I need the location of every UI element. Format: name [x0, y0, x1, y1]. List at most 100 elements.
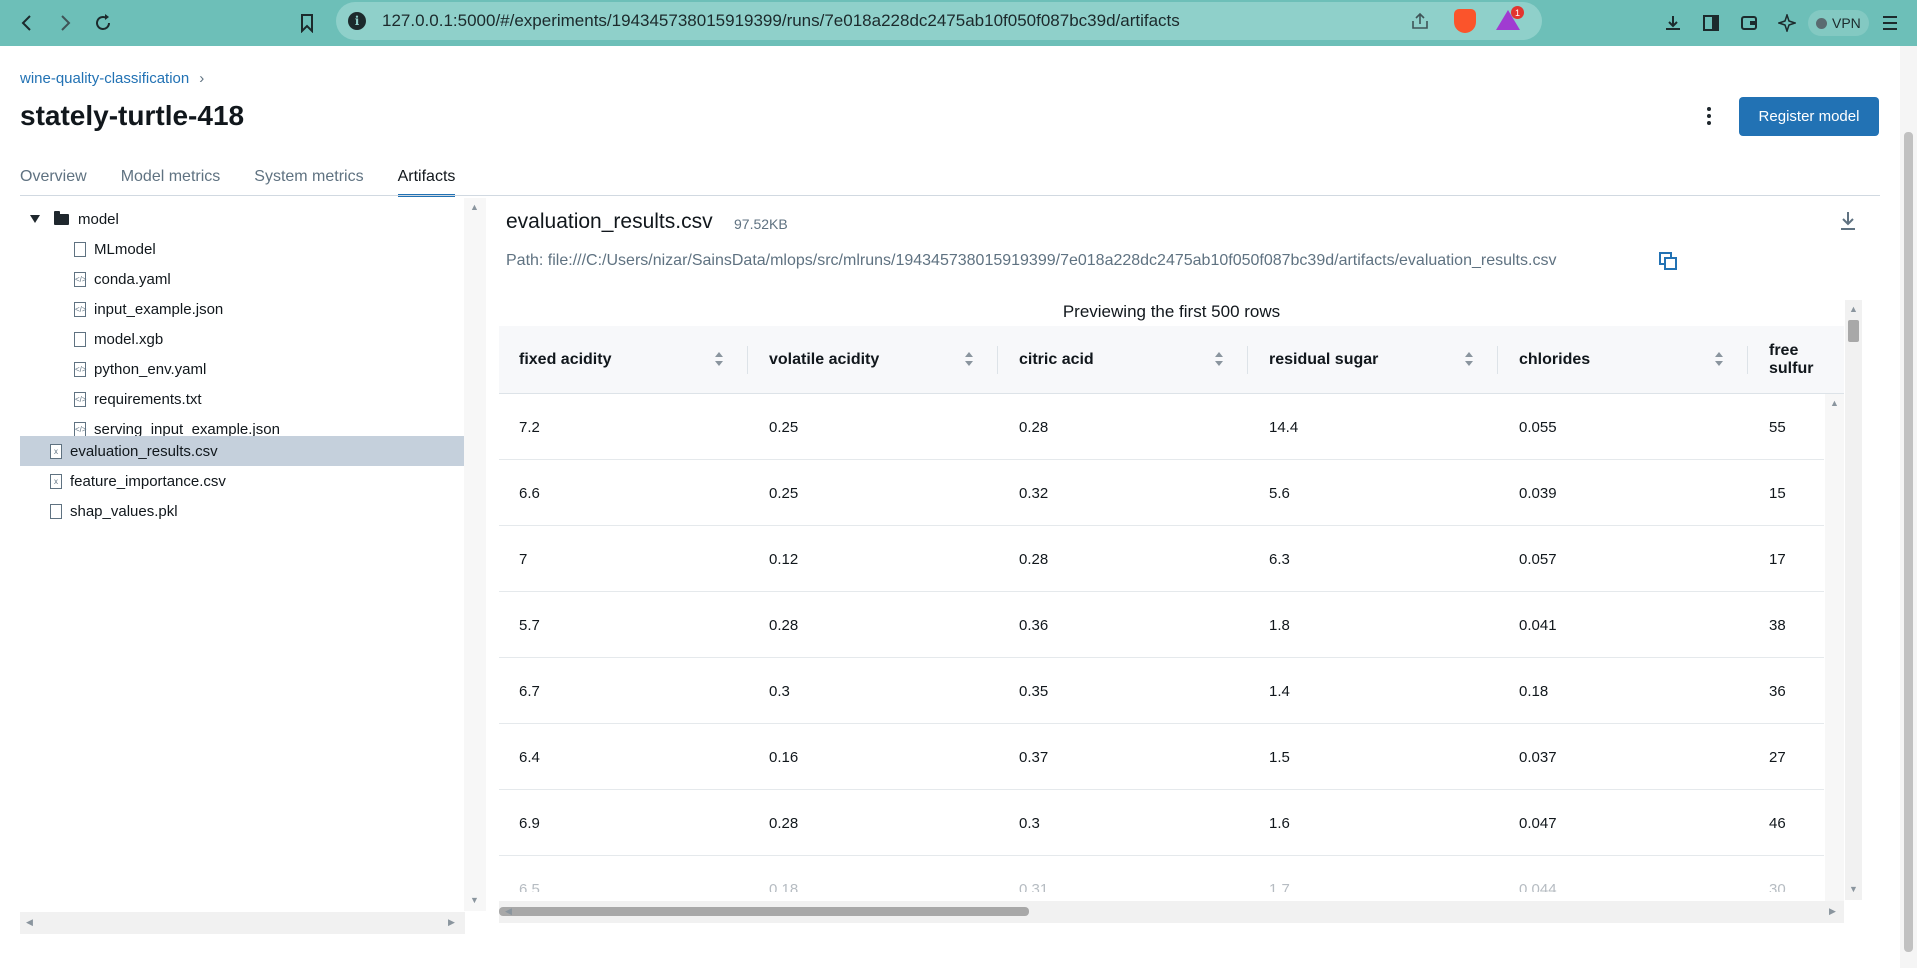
share-icon[interactable]	[1410, 11, 1430, 31]
artifact-size: 97.52KB	[734, 216, 788, 232]
sort-icon[interactable]	[963, 349, 975, 369]
sort-icon[interactable]	[1463, 349, 1475, 369]
expand-caret-icon[interactable]	[30, 215, 40, 223]
tree-vertical-scrollbar[interactable]: ▲ ▼	[464, 198, 486, 911]
column-header[interactable]: fixed acidity	[499, 326, 611, 394]
table-cell: 6.9	[519, 814, 540, 832]
preview-vertical-scrollbar[interactable]: ▲ ▼	[1845, 300, 1862, 900]
tab-model-metrics[interactable]: Model metrics	[121, 164, 221, 197]
scroll-left-icon[interactable]: ◀	[26, 917, 33, 928]
table-cell: 1.7	[1269, 880, 1290, 893]
wallet-button[interactable]	[1732, 6, 1766, 40]
column-header[interactable]: residual sugar	[1249, 326, 1378, 394]
back-button[interactable]	[8, 4, 46, 42]
more-options-icon[interactable]	[1700, 102, 1718, 130]
tree-item-label: shap_values.pkl	[70, 502, 178, 520]
menu-button[interactable]	[1873, 6, 1907, 40]
tab-overview[interactable]: Overview	[20, 164, 87, 197]
scroll-left-icon[interactable]: ◀	[505, 906, 512, 917]
leo-ai-button[interactable]	[1770, 6, 1804, 40]
table-row: 7.2 0.25 0.28 14.4 0.055 55	[499, 394, 1824, 460]
folder-icon	[54, 210, 69, 225]
wallet-icon	[1741, 16, 1757, 30]
table-cell: 17	[1769, 550, 1786, 568]
tree-file[interactable]: </> requirements.txt	[74, 384, 202, 414]
column-divider	[1247, 346, 1248, 374]
scroll-right-icon[interactable]: ▶	[1829, 906, 1836, 917]
table-header: fixed acidity volatile acidity citric ac…	[499, 326, 1844, 394]
download-artifact-icon[interactable]	[1838, 210, 1858, 232]
tree-file[interactable]: MLmodel	[74, 234, 156, 264]
scroll-up-icon[interactable]: ▲	[1830, 398, 1839, 408]
tree-file[interactable]: x feature_importance.csv	[50, 466, 226, 496]
scroll-thumb[interactable]	[1904, 132, 1913, 952]
code-file-icon: </>	[74, 361, 87, 377]
scroll-right-icon[interactable]: ▶	[448, 917, 455, 928]
site-info-icon[interactable]: i	[348, 12, 366, 30]
table-cell: 38	[1769, 616, 1786, 634]
tree-file[interactable]: </> python_env.yaml	[74, 354, 206, 384]
tree-file[interactable]: </> input_example.json	[74, 294, 223, 324]
preview-horizontal-scrollbar[interactable]: ◀ ▶	[499, 901, 1844, 923]
scroll-up-icon[interactable]: ▲	[470, 202, 479, 212]
artifact-name: evaluation_results.csv	[506, 210, 713, 233]
scroll-down-icon[interactable]: ▼	[470, 895, 479, 905]
page-vertical-scrollbar[interactable]	[1900, 46, 1917, 968]
column-header[interactable]: free sulfur	[1749, 326, 1844, 394]
spreadsheet-file-icon: x	[50, 473, 62, 489]
scroll-down-icon[interactable]: ▼	[1849, 884, 1858, 894]
scroll-up-icon[interactable]: ▲	[1849, 304, 1858, 314]
scroll-thumb[interactable]	[1848, 320, 1859, 342]
vpn-button[interactable]: VPN	[1808, 10, 1869, 36]
sidebar-button[interactable]	[1694, 6, 1728, 40]
table-body-scrollbar[interactable]: ▲	[1825, 394, 1844, 902]
tree-item-label: MLmodel	[94, 240, 156, 258]
tree-file-selected[interactable]: x evaluation_results.csv	[20, 436, 464, 466]
sort-icon[interactable]	[1713, 349, 1725, 369]
code-file-icon: </>	[74, 391, 87, 407]
table-cell: 46	[1769, 814, 1786, 832]
file-icon	[50, 503, 62, 519]
table-cell: 0.047	[1519, 814, 1557, 832]
tab-system-metrics[interactable]: System metrics	[254, 164, 363, 197]
tree-item-label: conda.yaml	[94, 270, 171, 288]
copy-path-icon[interactable]	[1659, 252, 1677, 270]
tree-folder-model[interactable]: model	[30, 204, 119, 234]
tabs-divider	[20, 195, 1880, 196]
tree-item-label: serving_input_example.json	[94, 420, 280, 438]
table-row: 6.9 0.28 0.3 1.6 0.047 46	[499, 790, 1824, 856]
table-cell: 6.3	[1269, 550, 1290, 568]
tree-file[interactable]: model.xgb	[74, 324, 163, 354]
tree-horizontal-scrollbar[interactable]: ◀ ▶	[20, 912, 465, 934]
table-cell: 0.3	[1019, 814, 1040, 832]
table-row: 5.7 0.28 0.36 1.8 0.041 38	[499, 592, 1824, 658]
table-row: 6.6 0.25 0.32 5.6 0.039 15	[499, 460, 1824, 526]
sort-icon[interactable]	[713, 349, 725, 369]
tree-file[interactable]: shap_values.pkl	[50, 496, 178, 526]
column-header[interactable]: volatile acidity	[749, 326, 879, 394]
code-file-icon: </>	[74, 301, 87, 317]
table-cell: 0.25	[769, 484, 799, 502]
table-cell: 0.044	[1519, 880, 1557, 893]
tree-item-label: requirements.txt	[94, 390, 202, 408]
forward-button[interactable]	[46, 4, 84, 42]
breadcrumb-experiment-link[interactable]: wine-quality-classification	[20, 70, 189, 87]
column-header[interactable]: chlorides	[1499, 326, 1590, 394]
scroll-thumb[interactable]	[499, 907, 1029, 916]
bookmark-icon	[301, 14, 313, 33]
sort-icon[interactable]	[1213, 349, 1225, 369]
address-bar[interactable]: i 127.0.0.1:5000/#/experiments/194345738…	[336, 2, 1542, 40]
table-cell: 0.055	[1519, 418, 1557, 436]
table-cell: 1.5	[1269, 748, 1290, 766]
register-model-button[interactable]: Register model	[1739, 97, 1879, 136]
code-file-icon: </>	[74, 421, 87, 437]
tab-artifacts[interactable]: Artifacts	[397, 164, 456, 197]
reload-button[interactable]	[84, 4, 122, 42]
bookmark-button[interactable]	[288, 4, 326, 42]
brave-shields-icon[interactable]	[1454, 9, 1476, 33]
downloads-button[interactable]	[1656, 6, 1690, 40]
url-text[interactable]: 127.0.0.1:5000/#/experiments/19434573801…	[382, 11, 1180, 31]
artifact-tree: model MLmodel </> conda.yaml </> input_e…	[20, 198, 464, 890]
tree-file[interactable]: </> conda.yaml	[74, 264, 171, 294]
column-header[interactable]: citric acid	[999, 326, 1094, 394]
